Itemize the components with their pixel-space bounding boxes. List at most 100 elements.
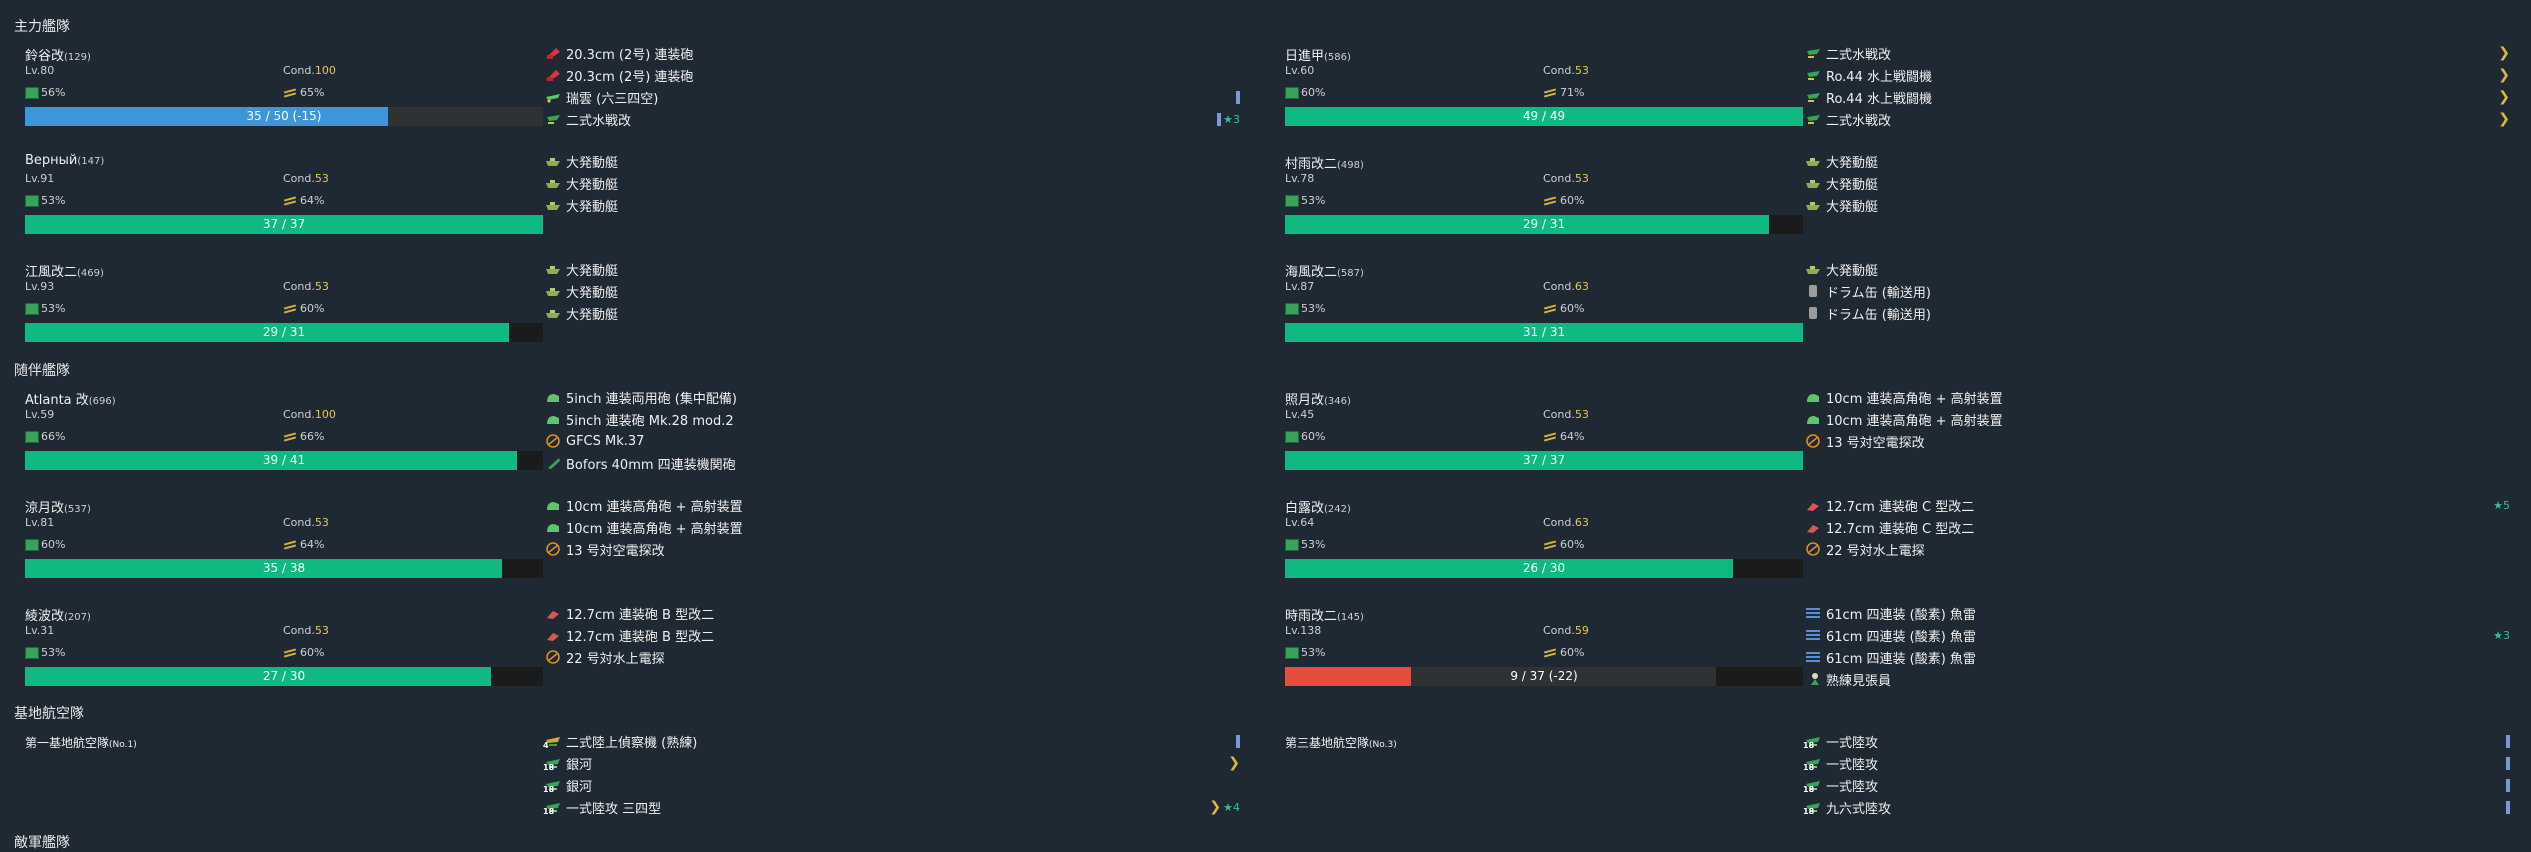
equipment-slot[interactable]: 大発動艇 — [1805, 258, 2510, 280]
equipment-slot[interactable]: Ro.44 水上戦闘機 ❯ — [1805, 86, 2510, 108]
equipment-slot[interactable]: 10cm 連装高角砲 + 高射装置 — [545, 516, 1240, 538]
ship-card[interactable]: 照月改(346) Lv.45 Cond.53 60% 64% 37 / 37 — [1285, 389, 1803, 489]
equipment-slot[interactable]: 大発動艇 — [1805, 150, 2510, 172]
ship-cond: Cond.53 — [283, 172, 329, 185]
ship-id: (498) — [1337, 160, 1364, 171]
equipment-slot[interactable]: 22 号対水上電探 — [545, 646, 1240, 668]
land-bomber-icon: 18 — [543, 778, 561, 794]
fuel-status: 66% — [25, 430, 65, 443]
equipment-slot[interactable]: ドラム缶 (輸送用) — [1805, 302, 2510, 324]
equipment-slot[interactable]: 18 一式陸攻 — [1803, 774, 2510, 796]
ship-card[interactable]: Верный(147) Lv.91 Cond.53 53% 64% 37 / 37 — [25, 153, 543, 253]
equipment-slot[interactable]: 大発動艇 — [1805, 194, 2510, 216]
base-air-name[interactable]: 第一基地航空隊(No.1) — [25, 734, 137, 751]
fuel-value: 60% — [41, 538, 66, 551]
equipment-slot[interactable]: 4 二式陸上偵察機 (熟練) — [543, 730, 1240, 752]
equipment-name: 10cm 連装高角砲 + 高射装置 — [1826, 413, 2003, 429]
equipment-slot[interactable]: 二式水戦改 ❯ — [1805, 108, 2510, 130]
equipment-slot[interactable]: 10cm 連装高角砲 + 高射装置 — [545, 494, 1240, 516]
cond-label: Cond. — [1543, 408, 1575, 421]
equipment-slot[interactable]: 大発動艇 — [545, 258, 1240, 280]
cond-value: 53 — [314, 516, 329, 529]
ship-card[interactable]: 海風改二(587) Lv.87 Cond.63 53% 60% 31 / 31 — [1285, 261, 1803, 361]
equipment-name: Bofors 40mm 四連装機関砲 — [566, 457, 736, 473]
equipment-slot[interactable]: 二式水戦改 ★3 — [545, 108, 1240, 130]
equipment-name: 大発動艇 — [566, 307, 619, 323]
equipment-slot[interactable]: 61cm 四連装 (酸素) 魚雷 ★3 — [1805, 624, 2510, 646]
equipment-slot[interactable]: 20.3cm (2号) 連装砲 — [545, 64, 1240, 86]
equipment-slot[interactable]: 22 号対水上電探 — [1805, 538, 2510, 560]
equipment-slot[interactable]: 13 号対空電探改 — [545, 538, 1240, 560]
equipment-slot[interactable]: Ro.44 水上戦闘機 ❯ — [1805, 64, 2510, 86]
ship-cond: Cond.100 — [283, 408, 336, 421]
ship-name[interactable]: 照月改(346) — [1285, 389, 1351, 408]
ship-id: (346) — [1324, 396, 1351, 407]
equipment-slot[interactable]: 5inch 連装砲 Mk.28 mod.2 — [545, 408, 1240, 430]
ship-card[interactable]: 時雨改二(145) Lv.138 Cond.59 53% 60% 9 / 37 (-22) — [1285, 605, 1803, 705]
equipment-name: 13 号対空電探改 — [1826, 435, 1925, 451]
ship-name[interactable]: 時雨改二(145) — [1285, 605, 1364, 624]
equipment-slot[interactable]: 18 銀河 ❯ — [543, 752, 1240, 774]
ship-card[interactable]: 涼月改(537) Lv.81 Cond.53 60% 64% 35 / 38 — [25, 497, 543, 597]
ammo-icon — [1543, 195, 1557, 207]
equipment-slot[interactable]: 大発動艇 — [545, 194, 1240, 216]
equipment-slot[interactable]: GFCS Mk.37 — [545, 430, 1240, 452]
ship-card[interactable]: Atlanta 改(696) Lv.59 Cond.100 66% 66% 39 / 41 — [25, 389, 543, 489]
equipment-slot[interactable]: 大発動艇 — [545, 280, 1240, 302]
ship-name[interactable]: Atlanta 改(696) — [25, 389, 116, 408]
equipment-slot[interactable]: 大発動艇 — [545, 150, 1240, 172]
ship-name[interactable]: 村雨改二(498) — [1285, 153, 1364, 172]
equipment-slot[interactable]: 18 一式陸攻 — [1803, 752, 2510, 774]
equipment-slot[interactable]: 大発動艇 — [545, 302, 1240, 324]
ship-card[interactable]: 日進甲(586) Lv.60 Cond.53 60% 71% 49 / 49 — [1285, 45, 1803, 145]
ship-card[interactable]: 綾波改(207) Lv.31 Cond.53 53% 60% 27 / 30 — [25, 605, 543, 705]
equipment-slot[interactable]: 大発動艇 — [1805, 172, 2510, 194]
equipment-slot[interactable]: 10cm 連装高角砲 + 高射装置 — [1805, 408, 2510, 430]
equipment-slot[interactable]: 二式水戦改 ❯ — [1805, 42, 2510, 64]
equipment-name: 5inch 連装砲 Mk.28 mod.2 — [566, 413, 734, 429]
equipment-slot[interactable]: 12.7cm 連装砲 B 型改二 — [545, 624, 1240, 646]
fuel-status: 53% — [25, 302, 65, 315]
equipment-slot[interactable]: 61cm 四連装 (酸素) 魚雷 — [1805, 602, 2510, 624]
equipment-slot[interactable]: 61cm 四連装 (酸素) 魚雷 — [1805, 646, 2510, 668]
cond-label: Cond. — [1543, 64, 1575, 77]
fuel-icon — [1285, 430, 1299, 443]
base-air-name[interactable]: 第三基地航空隊(No.3) — [1285, 734, 1397, 751]
equipment-slot[interactable]: 12.7cm 連装砲 C 型改二 — [1805, 516, 2510, 538]
ship-name[interactable]: 江風改二(469) — [25, 261, 104, 280]
equipment-slot[interactable]: 12.7cm 連装砲 C 型改二 ★5 — [1805, 494, 2510, 516]
ship-name-text: 村雨改二 — [1285, 157, 1338, 172]
equipment-slot[interactable]: 18 一式陸攻 — [1803, 730, 2510, 752]
equipment-slot[interactable]: 瑞雲 (六三四空) — [545, 86, 1240, 108]
ship-name[interactable]: 日進甲(586) — [1285, 45, 1351, 64]
ship-name[interactable]: 鈴谷改(129) — [25, 45, 91, 64]
equipment-slot[interactable]: 大発動艇 — [545, 172, 1240, 194]
fuel-status: 53% — [1285, 538, 1325, 551]
radar-icon — [545, 434, 561, 448]
equipment-slot[interactable]: 5inch 連装両用砲 (集中配備) — [545, 386, 1240, 408]
ship-card[interactable]: 江風改二(469) Lv.93 Cond.53 53% 60% 29 / 31 — [25, 261, 543, 361]
equipment-slot[interactable]: 20.3cm (2号) 連装砲 — [545, 42, 1240, 64]
equipment-slot[interactable]: 10cm 連装高角砲 + 高射装置 — [1805, 386, 2510, 408]
ship-name[interactable]: 白露改(242) — [1285, 497, 1351, 516]
equipment-slot[interactable]: ドラム缶 (輸送用) — [1805, 280, 2510, 302]
ship-name[interactable]: 涼月改(537) — [25, 497, 91, 516]
ship-name[interactable]: 綾波改(207) — [25, 605, 91, 624]
equipment-slot[interactable]: 18 銀河 — [543, 774, 1240, 796]
proficiency-bar-icon — [2506, 800, 2510, 814]
ammo-value: 71% — [1560, 86, 1585, 99]
equipment-slot[interactable]: 13 号対空電探改 — [1805, 430, 2510, 452]
equipment-slot[interactable]: 18 九六式陸攻 — [1803, 796, 2510, 818]
ship-name[interactable]: 海風改二(587) — [1285, 261, 1364, 280]
equipment-slot[interactable]: Bofors 40mm 四連装機関砲 — [545, 452, 1240, 474]
ammo-value: 60% — [1560, 194, 1585, 207]
equipment-slot[interactable]: 熟練見張員 — [1805, 668, 2510, 690]
equipment-slot[interactable]: 18 一式陸攻 三四型 ❯ ★4 — [543, 796, 1240, 818]
ship-level: Lv.59 — [25, 408, 55, 421]
ship-card[interactable]: 村雨改二(498) Lv.78 Cond.53 53% 60% 29 / 31 — [1285, 153, 1803, 253]
equipment-name: 5inch 連装両用砲 (集中配備) — [566, 391, 737, 407]
equipment-slot[interactable]: 12.7cm 連装砲 B 型改二 — [545, 602, 1240, 624]
ship-card[interactable]: 鈴谷改(129) Lv.80 Cond.100 56% 65% 35 / 50 (-15) — [25, 45, 543, 145]
ship-card[interactable]: 白露改(242) Lv.64 Cond.63 53% 60% 26 / 30 — [1285, 497, 1803, 597]
ship-name[interactable]: Верный(147) — [25, 153, 104, 168]
